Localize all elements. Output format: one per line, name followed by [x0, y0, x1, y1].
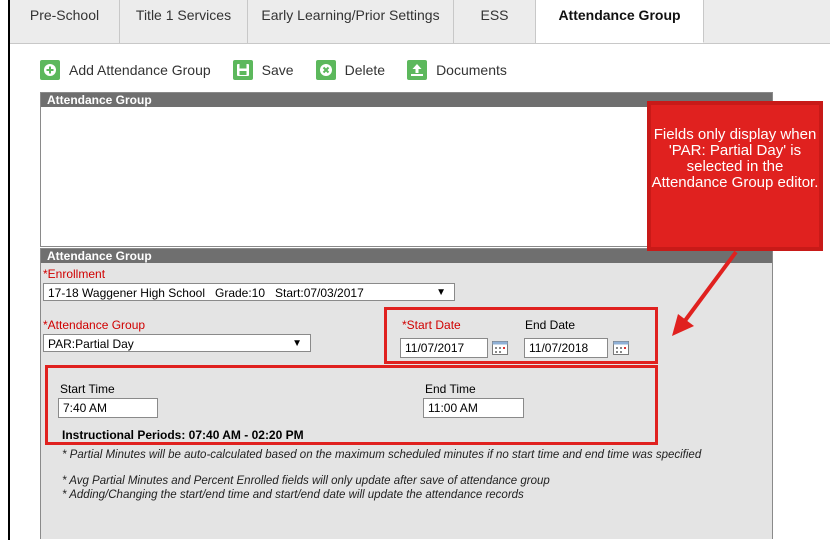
delete-button[interactable]: Delete [315, 60, 386, 80]
upload-icon [407, 60, 428, 80]
save-icon [232, 60, 253, 80]
add-attendance-group-button[interactable]: Add Attendance Group [40, 60, 211, 80]
tab-early-learning[interactable]: Early Learning/Prior Settings [248, 0, 454, 43]
enrollment-select[interactable]: 17-18 Waggener High School Grade:10 Star… [43, 283, 455, 301]
save-label: Save [261, 62, 294, 78]
note-avg-partial-minutes: * Avg Partial Minutes and Percent Enroll… [62, 475, 550, 487]
dropdown-arrow-icon: ▼ [292, 338, 302, 349]
documents-button[interactable]: Documents [407, 60, 507, 80]
tab-bar: Pre-School Title 1 Services Early Learni… [10, 0, 830, 44]
toolbar: Add Attendance Group Save Delete Documen… [40, 57, 529, 83]
save-button[interactable]: Save [232, 60, 294, 80]
tab-title-1-services[interactable]: Title 1 Services [120, 0, 248, 43]
plus-icon [40, 60, 60, 80]
time-highlight-box [45, 365, 658, 445]
dropdown-arrow-icon: ▼ [436, 287, 446, 298]
add-attendance-group-label: Add Attendance Group [69, 62, 211, 78]
tab-attendance-group[interactable]: Attendance Group [536, 0, 704, 43]
note-partial-minutes: * Partial Minutes will be auto-calculate… [62, 449, 702, 461]
annotation-callout: Fields only display when 'PAR: Partial D… [647, 101, 823, 251]
attendance-group-select[interactable]: PAR:Partial Day ▼ [43, 334, 311, 352]
delete-label: Delete [344, 62, 386, 78]
note-adding-changing: * Adding/Changing the start/end time and… [62, 489, 524, 501]
detail-panel-header: Attendance Group [41, 249, 772, 263]
tab-ess[interactable]: ESS [454, 0, 536, 43]
delete-icon [315, 60, 336, 80]
tab-pre-school[interactable]: Pre-School [10, 0, 120, 43]
attendance-group-label: *Attendance Group [43, 318, 146, 332]
enrollment-label: *Enrollment [43, 267, 106, 281]
date-highlight-box [384, 307, 658, 364]
documents-label: Documents [436, 62, 507, 78]
